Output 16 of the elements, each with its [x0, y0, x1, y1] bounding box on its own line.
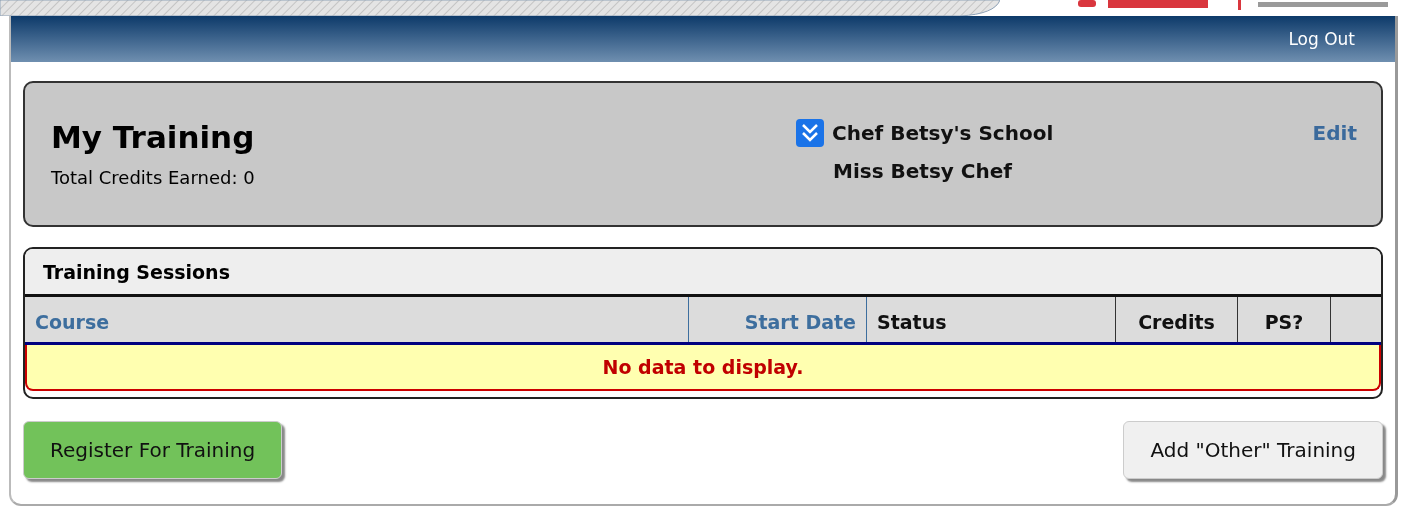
edit-link[interactable]: Edit	[1312, 121, 1357, 205]
action-button[interactable]: Add "Other" Training	[1123, 421, 1383, 479]
column-header: PS?	[1238, 297, 1331, 342]
expand-icon[interactable]	[796, 119, 824, 147]
person-name: Miss Betsy Chef	[833, 159, 1013, 183]
column-header: Status	[867, 297, 1116, 342]
logout-link[interactable]: Log Out	[1288, 29, 1355, 49]
action-button[interactable]: Register For Training	[23, 421, 283, 479]
column-header[interactable]: Course	[25, 297, 689, 342]
column-header[interactable]: Start Date	[689, 297, 867, 342]
empty-message: No data to display.	[25, 345, 1381, 391]
page-title: My Training	[51, 119, 256, 155]
credits-text: Total Credits Earned: 0	[51, 167, 256, 188]
school-name: Chef Betsy's School	[832, 121, 1054, 145]
column-header: Credits	[1116, 297, 1238, 342]
panel-title: Training Sessions	[43, 260, 230, 283]
